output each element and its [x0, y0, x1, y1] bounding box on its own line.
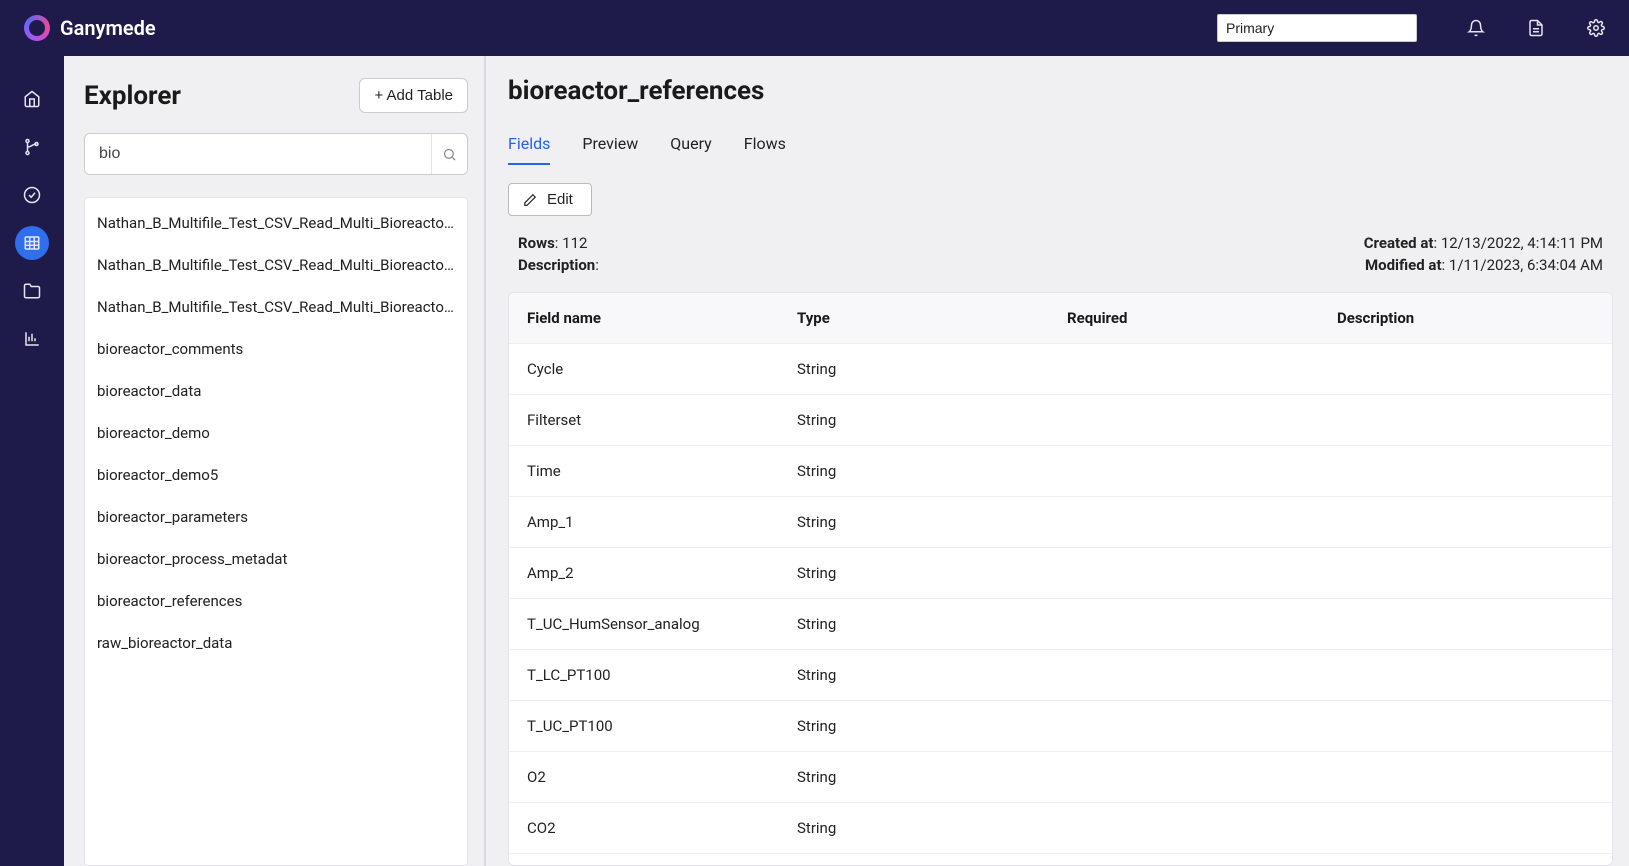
cell-name: Amp_2 — [527, 564, 797, 582]
rail-table-icon[interactable] — [15, 226, 49, 260]
cell-type: String — [797, 819, 1067, 837]
brand-logo-icon — [24, 15, 50, 41]
table-list-item[interactable]: Nathan_B_Multifile_Test_CSV_Read_Multi_B… — [85, 202, 467, 244]
cell-name: Time — [527, 462, 797, 480]
table-row[interactable]: CycleString — [509, 344, 1612, 395]
environment-select[interactable] — [1217, 14, 1417, 42]
detail-panel: bioreactor_references Fields Preview Que… — [486, 56, 1629, 866]
rail-branch-icon[interactable] — [15, 130, 49, 164]
col-required: Required — [1067, 309, 1337, 327]
search-input[interactable] — [85, 134, 431, 174]
tabs: Fields Preview Query Flows — [508, 134, 1613, 165]
cell-type: String — [797, 513, 1067, 531]
cell-name: CO2 — [527, 819, 797, 837]
table-list-item[interactable]: Nathan_B_Multifile_Test_CSV_Read_Multi_B… — [85, 286, 467, 328]
edit-icon — [523, 193, 537, 207]
col-field-name: Field name — [527, 309, 797, 327]
cell-name: Filterset — [527, 411, 797, 429]
meta-block: Rows: 112 Description: Created at: 12/13… — [508, 234, 1613, 278]
cell-name: O2 — [527, 768, 797, 786]
edit-button[interactable]: Edit — [508, 183, 592, 216]
cell-type: String — [797, 411, 1067, 429]
table-row[interactable]: Amp_1String — [509, 497, 1612, 548]
rail-chart-icon[interactable] — [15, 322, 49, 356]
brand[interactable]: Ganymede — [24, 15, 156, 41]
table-list[interactable]: Nathan_B_Multifile_Test_CSV_Read_Multi_B… — [84, 197, 468, 866]
brand-name: Ganymede — [60, 16, 156, 40]
table-list-item[interactable]: bioreactor_comments — [85, 328, 467, 370]
description-label: Description — [518, 256, 595, 274]
fields-table-header: Field name Type Required Description — [509, 293, 1612, 344]
table-list-item[interactable]: bioreactor_references — [85, 580, 467, 622]
cell-type: String — [797, 615, 1067, 633]
table-row[interactable]: O2String — [509, 752, 1612, 803]
cell-name: Cycle — [527, 360, 797, 378]
notifications-icon[interactable] — [1467, 19, 1485, 37]
col-description: Description — [1337, 309, 1594, 327]
explorer-panel: Explorer + Add Table Nathan_B_Multifile_… — [64, 56, 486, 866]
cell-name: T_LC_PT100 — [527, 666, 797, 684]
created-value: 12/13/2022, 4:14:11 PM — [1441, 234, 1603, 252]
table-list-item[interactable]: bioreactor_demo5 — [85, 454, 467, 496]
rows-label: Rows — [518, 234, 555, 252]
settings-icon[interactable] — [1587, 19, 1605, 37]
rows-value: 112 — [562, 234, 587, 252]
search-icon — [442, 147, 457, 162]
topbar: Ganymede — [0, 0, 1629, 56]
document-icon[interactable] — [1527, 19, 1545, 37]
sidebar-rail — [0, 56, 64, 866]
search-button[interactable] — [431, 134, 467, 174]
explorer-title: Explorer — [84, 81, 181, 111]
table-list-item[interactable]: raw_bioreactor_data — [85, 622, 467, 664]
cell-type: String — [797, 360, 1067, 378]
table-row[interactable]: FiltersetString — [509, 395, 1612, 446]
table-list-item[interactable]: bioreactor_process_metadat — [85, 538, 467, 580]
table-list-item[interactable]: bioreactor_demo — [85, 412, 467, 454]
table-list-item[interactable]: bioreactor_data — [85, 370, 467, 412]
page-title: bioreactor_references — [508, 76, 1613, 106]
search-wrap — [84, 133, 468, 175]
table-row[interactable]: CO2String — [509, 803, 1612, 854]
modified-label: Modified at — [1365, 256, 1442, 274]
rail-folder-icon[interactable] — [15, 274, 49, 308]
table-list-item[interactable]: bioreactor_parameters — [85, 496, 467, 538]
add-table-button[interactable]: + Add Table — [359, 78, 468, 113]
tab-flows[interactable]: Flows — [744, 134, 786, 165]
table-row[interactable]: Amp_2String — [509, 548, 1612, 599]
cell-name: Amp_1 — [527, 513, 797, 531]
cell-type: String — [797, 717, 1067, 735]
created-label: Created at — [1364, 234, 1434, 252]
cell-type: String — [797, 666, 1067, 684]
tab-query[interactable]: Query — [670, 134, 711, 165]
table-row[interactable]: TimeString — [509, 446, 1612, 497]
cell-name: T_UC_PT100 — [527, 717, 797, 735]
rail-home-icon[interactable] — [15, 82, 49, 116]
table-row[interactable]: T_LC_PT100String — [509, 650, 1612, 701]
fields-table: Field name Type Required Description Cyc… — [508, 292, 1613, 866]
edit-button-label: Edit — [547, 191, 573, 208]
table-row[interactable]: T_UC_PT100String — [509, 701, 1612, 752]
cell-type: String — [797, 564, 1067, 582]
rail-check-icon[interactable] — [15, 178, 49, 212]
cell-name: T_UC_HumSensor_analog — [527, 615, 797, 633]
table-row[interactable]: T_UC_HumSensor_analogString — [509, 599, 1612, 650]
col-type: Type — [797, 309, 1067, 327]
cell-type: String — [797, 768, 1067, 786]
cell-type: String — [797, 462, 1067, 480]
tab-fields[interactable]: Fields — [508, 134, 550, 165]
tab-preview[interactable]: Preview — [582, 134, 638, 165]
table-list-item[interactable]: Nathan_B_Multifile_Test_CSV_Read_Multi_B… — [85, 244, 467, 286]
modified-value: 1/11/2023, 6:34:04 AM — [1449, 256, 1603, 274]
